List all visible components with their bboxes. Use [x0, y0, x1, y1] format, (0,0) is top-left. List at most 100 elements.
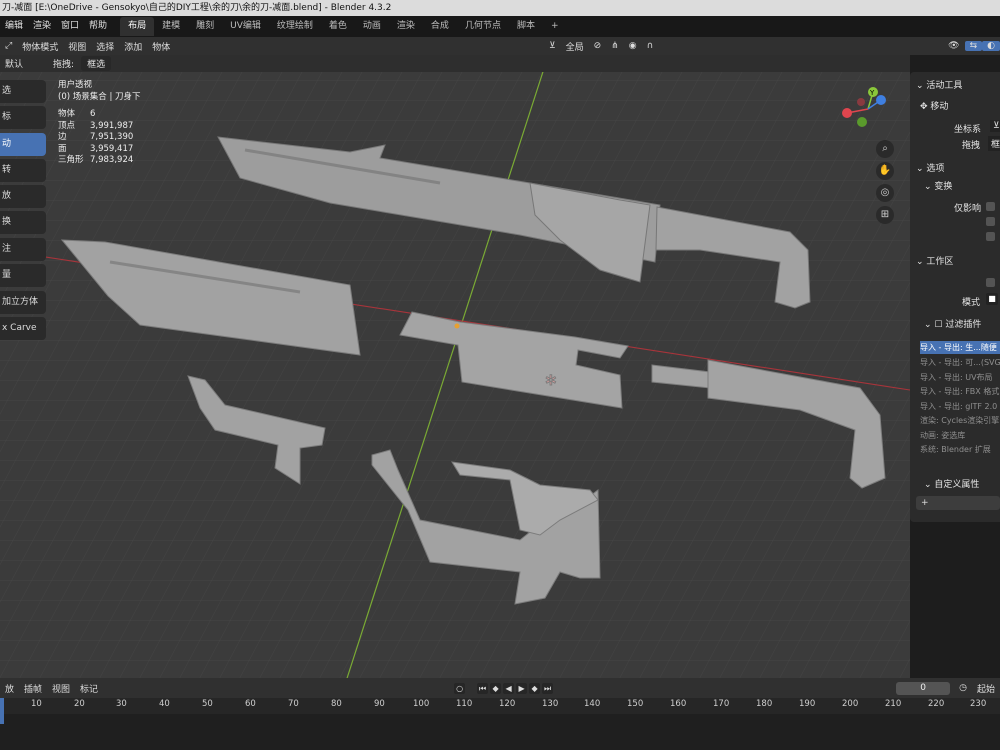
- active-tool-header[interactable]: ⌄ 活动工具: [916, 78, 962, 91]
- timeline-playback-menu[interactable]: 放: [0, 682, 19, 695]
- menu-edit[interactable]: 编辑: [0, 16, 28, 37]
- timeline-view-menu[interactable]: 视图: [47, 682, 75, 695]
- sidebar-panel: ⌄ 活动工具 ✥ 移动 坐标系 ⊻ 拖拽 框 ⌄ 选项 ⌄ 变换 仅影响 ⌄ 工…: [910, 72, 1000, 522]
- affect-origin-checkbox[interactable]: [986, 202, 995, 211]
- tool-measure[interactable]: 量: [0, 264, 46, 287]
- tab-layout[interactable]: 布局: [120, 17, 155, 36]
- jump-end-icon[interactable]: ⏭: [542, 682, 554, 694]
- menu-select[interactable]: 选择: [91, 40, 119, 53]
- transform-orientation-dropdown[interactable]: 全局: [561, 40, 589, 53]
- addon-item[interactable]: 渲染: Cycles渲染引擎: [920, 414, 1000, 427]
- tool-cursor[interactable]: 标: [0, 106, 46, 129]
- options-header[interactable]: ⌄ 选项: [916, 161, 944, 174]
- add-workspace-button[interactable]: +: [543, 17, 567, 36]
- navigation-gizmo[interactable]: Y: [835, 84, 895, 139]
- mode-dropdown-icon[interactable]: ■: [986, 293, 998, 305]
- menu-render[interactable]: 渲染: [28, 16, 56, 37]
- menu-object[interactable]: 物体: [147, 40, 175, 53]
- zoom-icon[interactable]: ⌕: [876, 140, 894, 158]
- window-title: 刀-减面 [E:\OneDrive - Gensokyo\自己的DIY工程\余的…: [2, 3, 392, 13]
- tool-move[interactable]: 动: [0, 133, 46, 156]
- overlay-icon[interactable]: ◐: [982, 41, 1000, 51]
- mode-dropdown[interactable]: 物体模式: [17, 40, 63, 53]
- next-keyframe-icon[interactable]: ◆: [529, 682, 541, 694]
- affect-location-checkbox[interactable]: [986, 217, 995, 226]
- tool-add-cube[interactable]: 加立方体: [0, 291, 46, 314]
- addon-item[interactable]: 导入 - 导出: 可...(SVG): [920, 356, 1000, 369]
- affect-parents-checkbox[interactable]: [986, 232, 995, 241]
- orientation-dropdown[interactable]: 默认: [0, 57, 28, 70]
- frame-tick: 160: [670, 699, 687, 709]
- tab-animation[interactable]: 动画: [355, 17, 389, 36]
- gizmo-toggle-icon[interactable]: ⇆: [964, 41, 983, 51]
- addon-item[interactable]: 导入 - 导出: FBX 格式: [920, 385, 1000, 398]
- addon-item[interactable]: 导入 - 导出: glTF 2.0: [920, 400, 1000, 413]
- drag-dropdown[interactable]: 框选: [81, 56, 112, 71]
- drag-dropdown-panel[interactable]: 框: [988, 136, 1000, 151]
- visibility-icon[interactable]: 👁: [943, 41, 964, 51]
- workspace-header[interactable]: ⌄ 工作区: [916, 254, 953, 267]
- gizmo-neg-y-icon: [857, 117, 867, 127]
- frame-tick: 150: [627, 699, 644, 709]
- tool-transform[interactable]: 换: [0, 211, 46, 234]
- tool-annotate[interactable]: 注: [0, 238, 46, 261]
- coord-dropdown[interactable]: ⊻: [990, 120, 1000, 132]
- frame-tick: 10: [31, 699, 42, 709]
- menu-add[interactable]: 添加: [119, 40, 147, 53]
- frame-tick: 120: [499, 699, 516, 709]
- workspace-checkbox[interactable]: [986, 278, 995, 287]
- current-frame-field[interactable]: 0: [896, 681, 951, 695]
- frame-tick: 90: [374, 699, 385, 709]
- orientation-icon[interactable]: ⊻: [544, 41, 561, 51]
- snap-icon[interactable]: ⋔: [606, 41, 624, 51]
- start-frame-label[interactable]: 起始: [972, 682, 1000, 695]
- timeline-marker-menu[interactable]: 标记: [75, 682, 103, 695]
- tool-select[interactable]: 选: [0, 80, 46, 103]
- menu-view[interactable]: 视图: [63, 40, 91, 53]
- tool-scale[interactable]: 放: [0, 185, 46, 208]
- addon-item[interactable]: 导入 - 导出: UV布局: [920, 371, 1000, 384]
- frame-tick: 20: [74, 699, 85, 709]
- grid-view-icon[interactable]: ⊞: [876, 206, 894, 224]
- tab-modeling[interactable]: 建模: [154, 17, 188, 36]
- frame-tick: 50: [202, 699, 213, 709]
- timeline-keying-menu[interactable]: 插帧: [19, 682, 47, 695]
- addon-item[interactable]: 动画: 姿选库: [920, 429, 1000, 442]
- tab-shading[interactable]: 着色: [321, 17, 355, 36]
- jump-start-icon[interactable]: ⏮: [477, 682, 489, 694]
- tool-rotate[interactable]: 转: [0, 159, 46, 182]
- camera-icon[interactable]: ◎: [876, 184, 894, 202]
- tab-scripting[interactable]: 脚本: [509, 17, 543, 36]
- menu-help[interactable]: 帮助: [84, 16, 112, 37]
- tab-sculpting[interactable]: 雕刻: [188, 17, 222, 36]
- custom-props-header[interactable]: ⌄ 自定义属性: [924, 477, 979, 490]
- play-reverse-icon[interactable]: ◀: [503, 682, 515, 694]
- timeline-body[interactable]: [0, 714, 1000, 750]
- clock-icon[interactable]: ◷: [954, 683, 972, 693]
- viewport-stats: 用户透视 (0) 场景集合 | 刀身下 物体 6 顶点 3,991,987 边 7,9…: [58, 80, 141, 167]
- falloff-icon[interactable]: ∩: [642, 41, 659, 51]
- proportional-edit-icon[interactable]: ◉: [624, 41, 642, 51]
- cursor-tool-icon[interactable]: ⤢: [0, 41, 17, 51]
- tab-uv-editing[interactable]: UV编辑: [222, 17, 269, 36]
- pivot-icon[interactable]: ⊘: [589, 41, 607, 51]
- playhead[interactable]: [0, 698, 4, 714]
- view-name: 用户透视: [58, 80, 93, 90]
- tool-carve[interactable]: x Carve: [0, 317, 46, 340]
- prev-keyframe-icon[interactable]: ◆: [490, 682, 502, 694]
- filter-addons-header[interactable]: ⌄ ☐ 过滤插件: [924, 317, 981, 330]
- add-property-button[interactable]: +: [916, 496, 1000, 510]
- frame-tick: 40: [159, 699, 170, 709]
- pan-icon[interactable]: ✋: [876, 162, 894, 180]
- tab-texture-paint[interactable]: 纹理绘制: [269, 17, 321, 36]
- tab-geometry-nodes[interactable]: 几何节点: [457, 17, 509, 36]
- record-icon[interactable]: ○: [454, 682, 466, 694]
- tab-rendering[interactable]: 渲染: [389, 17, 423, 36]
- menu-window[interactable]: 窗口: [56, 16, 84, 37]
- tab-compositing[interactable]: 合成: [423, 17, 457, 36]
- addon-item[interactable]: 导入 - 导出: 生...随便: [920, 341, 1000, 354]
- play-icon[interactable]: ▶: [516, 682, 528, 694]
- timeline-ruler[interactable]: 10 20 30 40 50 60 70 80 90 100 110 120 1…: [0, 698, 1000, 714]
- transform-header[interactable]: ⌄ 变换: [924, 179, 952, 192]
- addon-item[interactable]: 系统: Blender 扩展: [920, 443, 1000, 456]
